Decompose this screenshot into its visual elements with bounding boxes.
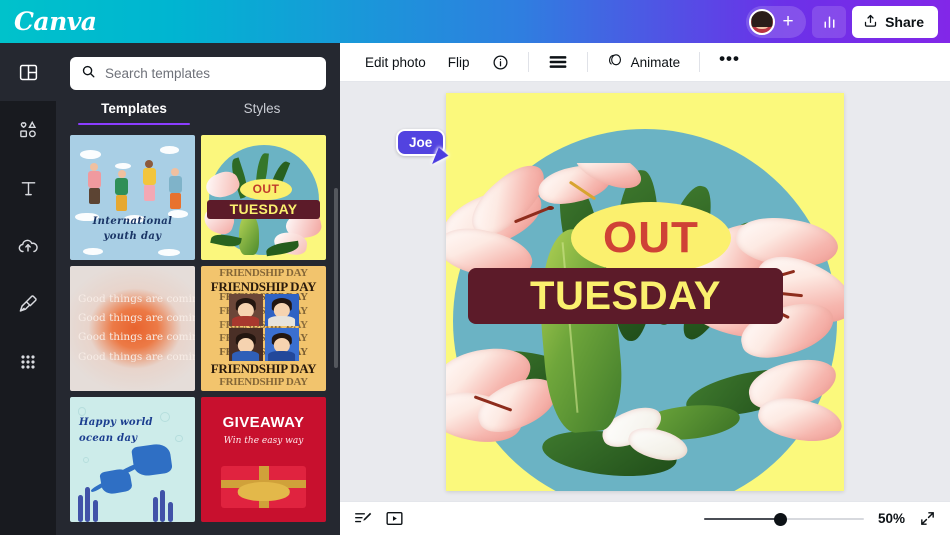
- collaborators-group[interactable]: +: [746, 5, 807, 38]
- toolbar-divider-1: [527, 52, 529, 72]
- sidebar-item-uploads[interactable]: [0, 217, 56, 275]
- collaborator-cursor: Joe: [396, 129, 450, 169]
- zoom-slider[interactable]: [703, 512, 864, 526]
- canvas-out-oval[interactable]: OUT: [571, 202, 731, 274]
- toolbar-divider-3: [699, 52, 701, 72]
- tab-styles[interactable]: Styles: [198, 101, 326, 125]
- template-good-lines: Good things are coming Good things are c…: [78, 292, 195, 363]
- template-out-oval: OUT: [239, 178, 293, 200]
- search-templates-box[interactable]: [70, 57, 326, 90]
- search-input[interactable]: [105, 66, 315, 81]
- expand-arrows-icon[interactable]: [919, 510, 936, 527]
- position-lines-icon[interactable]: [539, 48, 577, 76]
- template-giveaway-subtitle: Win the easy way: [223, 436, 304, 446]
- flip-button[interactable]: Flip: [439, 48, 479, 76]
- bottom-bar: 50%: [340, 501, 950, 535]
- bar-chart-icon[interactable]: [812, 5, 847, 38]
- share-upload-icon: [863, 13, 878, 31]
- info-circle-icon[interactable]: [483, 48, 518, 76]
- panel-tabs: Templates Styles: [56, 101, 340, 125]
- design-canvas[interactable]: OUT TUESDAY: [446, 93, 844, 491]
- sidebar-item-elements[interactable]: [0, 101, 56, 159]
- panel-scrollbar[interactable]: [334, 188, 338, 368]
- animate-label: Animate: [630, 54, 681, 70]
- canva-logo[interactable]: Canva: [14, 7, 97, 36]
- header-right-actions: + Share: [746, 0, 950, 43]
- share-label: Share: [885, 13, 924, 30]
- toolbar-divider-2: [586, 52, 588, 72]
- zoom-level-label: 50%: [877, 511, 905, 526]
- sidebar-item-templates[interactable]: [0, 43, 56, 101]
- template-card-out-tuesday[interactable]: OUT TUESDAY: [201, 135, 326, 260]
- notes-edit-icon[interactable]: [354, 510, 373, 527]
- left-icon-rail: [0, 43, 56, 535]
- avatar[interactable]: [749, 8, 776, 35]
- template-ocean-title: Happy world ocean day: [79, 417, 153, 444]
- bottom-right-tools: 50%: [703, 510, 936, 527]
- template-youth-title: International youth day: [92, 216, 173, 242]
- template-card-youth-day[interactable]: International youth day: [70, 135, 195, 260]
- template-friendship-photos: [228, 293, 299, 361]
- canvas-out-text: OUT: [603, 213, 699, 262]
- templates-panel: Templates Styles: [56, 43, 340, 535]
- search-wrapper: [56, 43, 340, 90]
- template-card-friendship-day[interactable]: FRIENDSHIP DAY FRIENDSHIP DAY FRIENDSHIP…: [201, 266, 326, 391]
- animate-circle-icon: [607, 52, 624, 72]
- edit-photo-button[interactable]: Edit photo: [356, 48, 435, 76]
- more-options-button[interactable]: •••: [710, 48, 749, 76]
- sidebar-item-draw[interactable]: [0, 275, 56, 333]
- templates-grid: International youth day OUT TUESDAY Good…: [56, 135, 340, 522]
- present-play-icon[interactable]: [385, 510, 404, 527]
- sidebar-item-text[interactable]: [0, 159, 56, 217]
- canva-editor-window: Canva + Share Search templates Templates…: [0, 0, 950, 535]
- sidebar-item-apps[interactable]: [0, 333, 56, 391]
- zoom-slider-fill: [703, 517, 781, 520]
- design-toolbar: Edit photo Flip Animate •••: [340, 43, 950, 82]
- bottom-left-tools: [354, 510, 404, 527]
- canvas-stage[interactable]: OUT TUESDAY Joe: [340, 82, 950, 501]
- canvas-tuesday-bar[interactable]: TUESDAY: [468, 268, 783, 324]
- template-card-good-things[interactable]: Good things are coming Good things are c…: [70, 266, 195, 391]
- top-header-bar: Canva + Share: [0, 0, 950, 43]
- template-card-ocean-day[interactable]: Happy world ocean day: [70, 397, 195, 522]
- canvas-tuesday-text: TUESDAY: [530, 274, 721, 318]
- animate-button[interactable]: Animate: [598, 48, 690, 76]
- search-icon: [81, 64, 96, 84]
- zoom-slider-knob[interactable]: [774, 512, 788, 526]
- share-button[interactable]: Share: [852, 5, 938, 38]
- template-giveaway-title: GIVEAWAY: [222, 414, 305, 431]
- template-out-bar: TUESDAY: [207, 200, 320, 219]
- tab-templates[interactable]: Templates: [70, 101, 198, 125]
- template-card-giveaway[interactable]: GIVEAWAY Win the easy way: [201, 397, 326, 522]
- add-collaborator-button[interactable]: +: [777, 11, 799, 33]
